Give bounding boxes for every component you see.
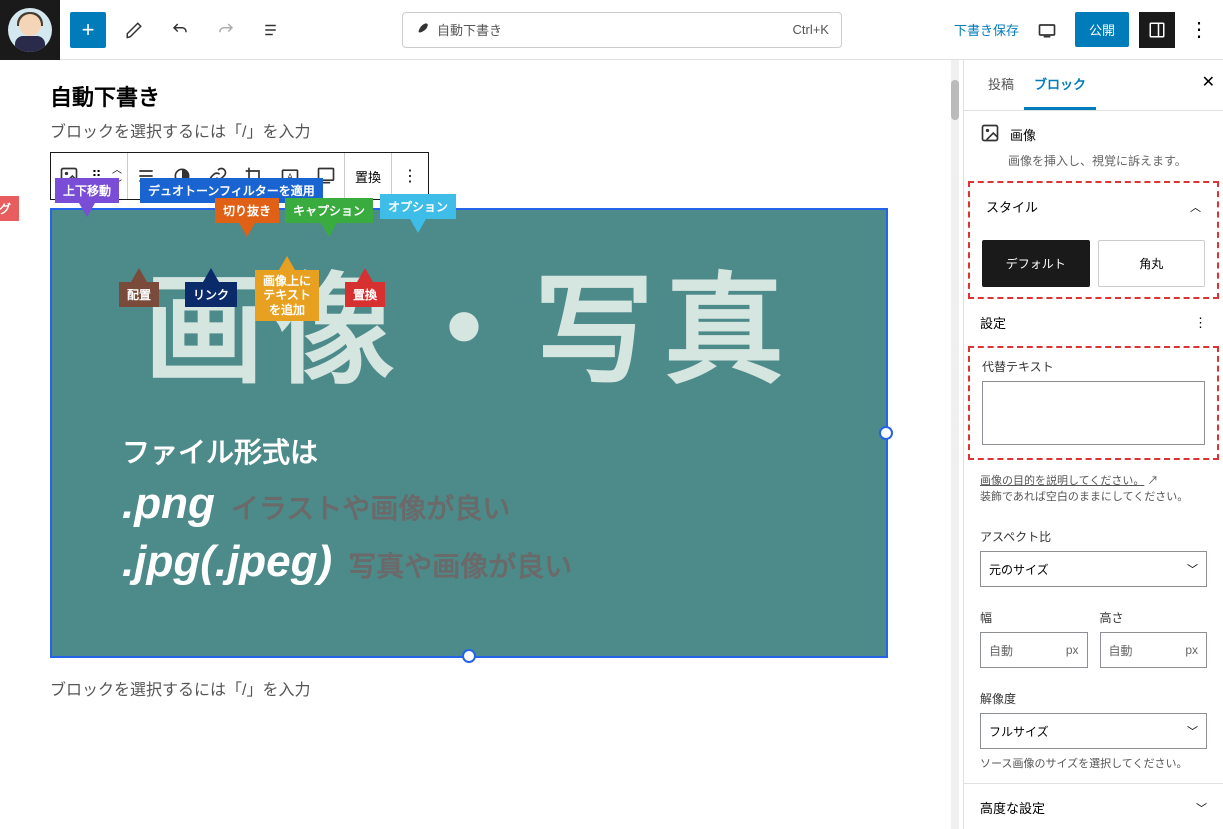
resolution-hint: ソース画像のサイズを選択してください。 bbox=[980, 755, 1207, 771]
callout-move: 上下移動 bbox=[63, 184, 111, 198]
height-label: 高さ bbox=[1100, 609, 1208, 626]
document-title[interactable]: 自動下書き bbox=[50, 80, 913, 112]
advanced-label: 高度な設定 bbox=[980, 798, 1045, 817]
block-name: 画像 bbox=[1010, 125, 1036, 144]
settings-panel-toggle[interactable] bbox=[1139, 12, 1175, 48]
settings-panel-header[interactable]: 設定 ⋮ bbox=[964, 299, 1223, 346]
png-ext: .png bbox=[122, 479, 215, 529]
tools-button[interactable] bbox=[116, 12, 152, 48]
style-label: スタイル bbox=[986, 197, 1038, 216]
advanced-panel-toggle[interactable]: 高度な設定 ﹀ bbox=[964, 783, 1223, 829]
chevron-up-icon: ︿ bbox=[112, 161, 122, 176]
command-shortcut: Ctrl+K bbox=[793, 22, 829, 37]
style-panel-toggle[interactable]: スタイル ︿ bbox=[970, 183, 1217, 230]
outline-button[interactable] bbox=[254, 12, 290, 48]
block-description: 画像を挿入し、視覚に訴えます。 bbox=[1008, 152, 1207, 169]
tab-block[interactable]: ブロック bbox=[1024, 60, 1096, 110]
style-default-button[interactable]: デフォルト bbox=[982, 240, 1090, 287]
png-desc: イラストや画像が良い bbox=[231, 487, 510, 527]
chevron-up-icon: ︿ bbox=[1190, 199, 1201, 215]
block-prompt-after[interactable]: ブロックを選択するには「/」を入力 bbox=[50, 676, 913, 700]
editor-scrollbar[interactable] bbox=[951, 60, 959, 829]
callout-text-overlay: 画像上に テキスト を追加 bbox=[263, 274, 311, 317]
top-toolbar: + 自動下書き Ctrl+K 下書き保存 公開 ⋮ bbox=[0, 0, 1223, 60]
resize-handle-bottom[interactable] bbox=[462, 649, 476, 663]
alt-text-label: 代替テキスト bbox=[982, 358, 1205, 375]
jpg-ext: .jpg(.jpeg) bbox=[122, 537, 332, 587]
callout-caption: キャプション bbox=[293, 204, 365, 218]
resolution-label: 解像度 bbox=[980, 690, 1207, 707]
callout-replace: 置換 bbox=[353, 288, 377, 302]
command-bar[interactable]: 自動下書き Ctrl+K bbox=[402, 12, 842, 48]
style-rounded-button[interactable]: 角丸 bbox=[1098, 240, 1206, 287]
callout-drag: ドラッグ bbox=[0, 202, 11, 216]
site-avatar[interactable] bbox=[0, 0, 60, 60]
height-input[interactable]: 自動 px bbox=[1100, 632, 1208, 668]
file-format-label: ファイル形式は bbox=[122, 431, 572, 471]
image-placeholder-title: 画像・写真 bbox=[144, 271, 794, 391]
more-icon: ⋮ bbox=[1194, 315, 1207, 331]
redo-button[interactable] bbox=[208, 12, 244, 48]
publish-button[interactable]: 公開 bbox=[1075, 12, 1129, 47]
settings-label: 設定 bbox=[980, 313, 1006, 332]
image-icon bbox=[980, 123, 1000, 146]
alt-text-input[interactable] bbox=[982, 381, 1205, 445]
image-block[interactable]: 画像・写真 ファイル形式は .png イラストや画像が良い .jpg(.jpeg… bbox=[50, 208, 888, 658]
save-draft-link[interactable]: 下書き保存 bbox=[954, 20, 1019, 39]
editor-canvas: 自動下書き ブロックを選択するには「/」を入力 画像 ドラッグ 上下移動 デュオ… bbox=[0, 60, 963, 829]
callout-options: オプション bbox=[388, 200, 448, 214]
block-prompt[interactable]: ブロックを選択するには「/」を入力 bbox=[50, 118, 913, 142]
settings-sidebar: 投稿 ブロック ✕ 画像 画像を挿入し、視覚に訴えます。 スタイル ︿ デフォル… bbox=[963, 60, 1223, 829]
alt-hint-text: 装飾であれば空白のままにしてください。 bbox=[980, 491, 1188, 503]
width-input[interactable]: 自動 px bbox=[980, 632, 1088, 668]
alt-hint-link[interactable]: 画像の目的を説明してください。 bbox=[980, 475, 1144, 487]
tab-post[interactable]: 投稿 bbox=[978, 60, 1024, 110]
block-options-button[interactable]: ⋮ bbox=[392, 152, 428, 200]
chevron-down-icon: ﹀ bbox=[1196, 800, 1207, 816]
resolution-select[interactable]: フルサイズ ﹀ bbox=[980, 713, 1207, 749]
close-icon[interactable]: ✕ bbox=[1202, 72, 1215, 92]
aspect-ratio-label: アスペクト比 bbox=[980, 528, 1207, 545]
undo-button[interactable] bbox=[162, 12, 198, 48]
preview-button[interactable] bbox=[1029, 12, 1065, 48]
callout-align: 配置 bbox=[127, 288, 151, 302]
width-label: 幅 bbox=[980, 609, 1088, 626]
feather-icon bbox=[415, 21, 429, 38]
callout-link: リンク bbox=[193, 288, 229, 302]
callout-crop: 切り抜き bbox=[223, 204, 271, 218]
chevron-down-icon: ﹀ bbox=[1187, 723, 1198, 739]
callout-duotone: デュオトーンフィルターを適用 bbox=[148, 184, 315, 198]
jpg-desc: 写真や画像が良い bbox=[348, 545, 572, 585]
chevron-down-icon: ﹀ bbox=[1187, 561, 1198, 577]
replace-button[interactable]: 置換 bbox=[345, 152, 391, 200]
resize-handle-right[interactable] bbox=[879, 426, 893, 440]
aspect-ratio-select[interactable]: 元のサイズ ﹀ bbox=[980, 551, 1207, 587]
add-block-button[interactable]: + bbox=[70, 12, 106, 48]
command-label: 自動下書き bbox=[437, 20, 502, 39]
more-options-button[interactable]: ⋮ bbox=[1185, 17, 1213, 42]
